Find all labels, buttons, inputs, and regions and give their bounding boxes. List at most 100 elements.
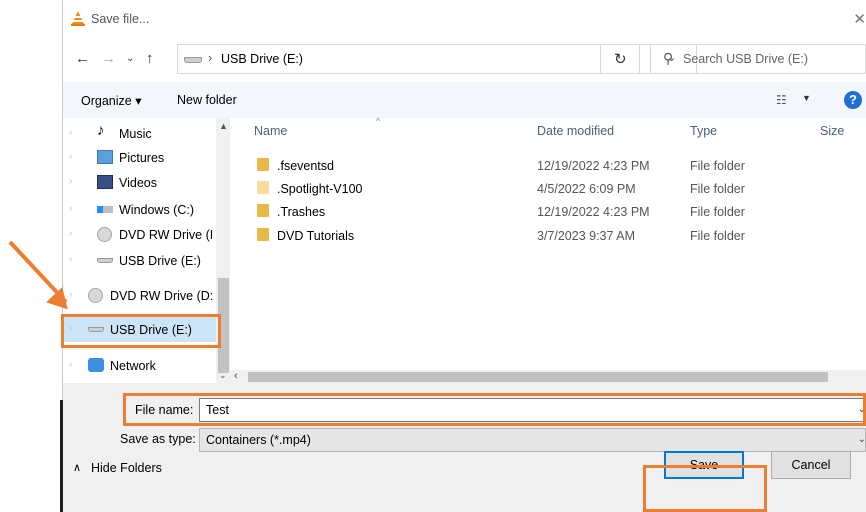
expand-chevron-icon[interactable]: › xyxy=(69,176,72,187)
file-date: 12/19/2022 4:23 PM xyxy=(537,159,650,173)
file-name-label: File name: xyxy=(135,403,194,417)
file-date: 3/7/2023 9:37 AM xyxy=(537,229,635,243)
expand-chevron-icon[interactable]: › xyxy=(69,228,72,239)
navigation-bar: ← → ⌄ ↑ › USB Drive (E:) ⌄ ↻ ⚲ Search US… xyxy=(63,42,866,76)
sidebar-item-dvd-rw-drive-d[interactable]: › DVD RW Drive (D: xyxy=(63,284,223,308)
sidebar-item-videos[interactable]: › Videos xyxy=(63,171,223,195)
column-header-size[interactable]: Size xyxy=(820,124,844,138)
expand-chevron-icon[interactable]: › xyxy=(69,127,72,138)
folder-icon xyxy=(257,228,269,241)
sidebar-item-label: USB Drive (E:) xyxy=(119,254,201,268)
window-title: Save file... xyxy=(91,12,150,26)
table-row[interactable]: .fseventsd 12/19/2022 4:23 PM File folde… xyxy=(230,154,866,177)
cancel-button[interactable]: Cancel xyxy=(771,451,851,479)
file-type: File folder xyxy=(690,205,745,219)
scroll-left-icon[interactable]: ‹ xyxy=(234,370,238,382)
sort-ascending-icon: ^ xyxy=(376,116,381,126)
sidebar-item-label: DVD RW Drive (I xyxy=(119,228,214,242)
sidebar-item-label: Pictures xyxy=(119,151,165,165)
file-name-field[interactable]: Test ⌄ xyxy=(199,398,866,422)
expand-chevron-icon[interactable]: › xyxy=(69,254,72,265)
pictures-icon xyxy=(97,150,113,164)
system-drive-icon xyxy=(97,206,113,213)
sidebar-item-label: DVD RW Drive (D: xyxy=(110,289,214,303)
sidebar-item-label: USB Drive (E:) xyxy=(110,323,192,337)
file-list: Name ^ Date modified Type Size .fsevents… xyxy=(230,116,866,384)
save-button[interactable]: Save xyxy=(664,451,744,479)
new-folder-button[interactable]: New folder xyxy=(177,93,237,107)
save-type-select[interactable]: Containers (*.mp4) ⌄ xyxy=(199,428,866,452)
file-name: .Spotlight-V100 xyxy=(277,182,363,196)
table-row[interactable]: DVD Tutorials 3/7/2023 9:37 AM File fold… xyxy=(230,224,866,247)
breadcrumb[interactable]: USB Drive (E:) xyxy=(221,52,303,66)
column-header-name[interactable]: Name xyxy=(254,124,287,138)
expand-chevron-icon[interactable]: › xyxy=(69,151,72,162)
folder-icon xyxy=(257,204,269,217)
file-name: DVD Tutorials xyxy=(277,229,355,243)
view-dropdown-icon[interactable]: ▼ xyxy=(802,93,811,103)
breadcrumb-separator-icon[interactable]: › xyxy=(208,51,212,65)
sidebar-item-music[interactable]: › ♪ Music xyxy=(63,122,223,146)
column-header-date-modified[interactable]: Date modified xyxy=(537,124,614,138)
table-row[interactable]: .Trashes 12/19/2022 4:23 PM File folder xyxy=(230,200,866,223)
music-note-icon: ♪ xyxy=(97,122,105,139)
recent-locations-chevron-icon[interactable]: ⌄ xyxy=(126,53,134,64)
sidebar-item-pictures[interactable]: › Pictures xyxy=(63,146,223,170)
refresh-icon: ↻ xyxy=(614,51,627,68)
forward-arrow-icon[interactable]: → xyxy=(101,50,116,67)
sidebar-item-label: Videos xyxy=(119,176,157,190)
navigation-pane: › ♪ Music › Pictures › Videos › Windows … xyxy=(63,118,230,383)
save-form: File name: Test ⌄ Save as type: Containe… xyxy=(63,383,866,512)
organize-button[interactable]: Organize ▾ xyxy=(81,93,141,108)
sidebar-item-label: Music xyxy=(119,127,152,141)
sidebar-item-label: Network xyxy=(110,359,156,373)
chevron-down-icon[interactable]: ⌄ xyxy=(858,434,866,445)
file-name-value[interactable]: Test xyxy=(206,403,229,417)
search-placeholder: Search USB Drive (E:) xyxy=(683,52,809,66)
search-icon: ⚲ xyxy=(663,50,674,66)
horizontal-scrollbar[interactable]: ‹ xyxy=(230,370,866,384)
dvd-drive-icon xyxy=(88,288,103,303)
usb-drive-icon xyxy=(88,327,104,332)
scroll-up-icon[interactable]: ▲ xyxy=(219,121,228,131)
table-row[interactable]: .Spotlight-V100 4/5/2022 6:09 PM File fo… xyxy=(230,177,866,200)
navigation-scrollbar[interactable]: ▲ ⌄ xyxy=(216,118,230,383)
sidebar-item-dvd-rw-drive-i[interactable]: › DVD RW Drive (I xyxy=(63,223,223,247)
sidebar-item-network[interactable]: › Network xyxy=(63,354,223,378)
expand-chevron-icon[interactable]: › xyxy=(69,359,72,370)
save-dialog: Save file... ✕ ← → ⌄ ↑ › USB Drive (E:) … xyxy=(63,0,866,512)
sidebar-item-windows-c[interactable]: › Windows (C:) xyxy=(63,198,223,222)
sidebar-item-usb-drive-e[interactable]: › USB Drive (E:) xyxy=(63,249,223,273)
scrollbar-thumb[interactable] xyxy=(248,372,828,382)
expand-chevron-icon[interactable]: › xyxy=(69,203,72,214)
close-icon[interactable]: ✕ xyxy=(853,10,866,28)
file-type: File folder xyxy=(690,182,745,196)
title-bar: Save file... ✕ xyxy=(63,0,866,38)
sidebar-item-label: Windows (C:) xyxy=(119,203,195,217)
network-icon xyxy=(88,358,104,372)
column-header-type[interactable]: Type xyxy=(690,124,717,138)
view-options-icon[interactable]: ☷ xyxy=(776,93,787,107)
chevron-down-icon[interactable]: ⌄ xyxy=(858,404,866,415)
folder-icon xyxy=(257,181,269,194)
drive-icon xyxy=(184,57,202,63)
up-arrow-icon[interactable]: ↑ xyxy=(146,50,154,67)
chevron-up-icon: ∧ xyxy=(73,462,82,474)
file-date: 12/19/2022 4:23 PM xyxy=(537,205,650,219)
sidebar-item-usb-drive-e-selected[interactable]: › USB Drive (E:) xyxy=(63,318,223,342)
file-type: File folder xyxy=(690,229,745,243)
vlc-cone-icon xyxy=(71,11,85,26)
save-type-label: Save as type: xyxy=(120,432,196,446)
videos-icon xyxy=(97,175,113,189)
search-input[interactable]: ⚲ Search USB Drive (E:) xyxy=(650,44,866,74)
expand-chevron-icon[interactable]: › xyxy=(69,323,72,334)
dvd-drive-icon xyxy=(97,227,112,242)
scrollbar-thumb[interactable] xyxy=(218,278,229,373)
hide-folders-label: Hide Folders xyxy=(91,461,162,475)
help-icon[interactable]: ? xyxy=(844,91,862,109)
scroll-down-icon[interactable]: ⌄ xyxy=(219,370,227,381)
back-arrow-icon[interactable]: ← xyxy=(75,50,90,67)
save-type-value: Containers (*.mp4) xyxy=(206,433,311,447)
file-type: File folder xyxy=(690,159,745,173)
refresh-button[interactable]: ↻ xyxy=(600,44,640,74)
